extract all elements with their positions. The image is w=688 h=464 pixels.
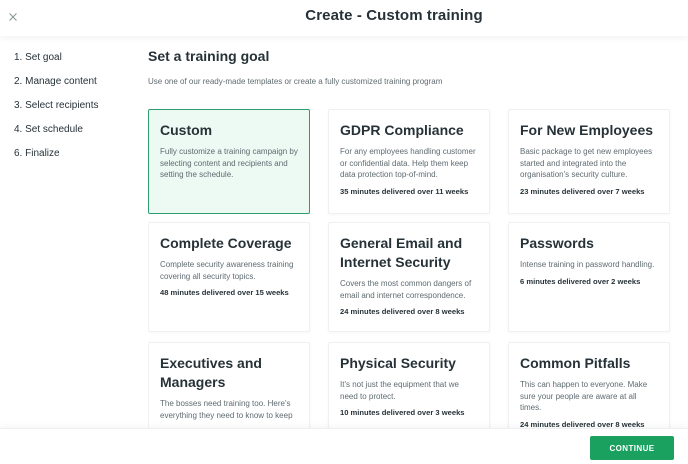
step-set-goal[interactable]: 1. Set goal: [14, 52, 134, 76]
card-title: GDPR Compliance: [340, 122, 464, 138]
card-description: The bosses need training too. Here's eve…: [160, 399, 293, 420]
card-description: Basic package to get new employees start…: [520, 147, 653, 179]
card-title: Physical Security: [340, 355, 456, 371]
card-description: For any employees handling customer or c…: [340, 147, 476, 179]
footer-bar: CONTINUE: [0, 428, 688, 464]
card-duration: 23 minutes delivered over 7 weeks: [520, 186, 645, 196]
template-card-email-internet[interactable]: General Email and Internet Security Cove…: [328, 222, 490, 332]
continue-button[interactable]: CONTINUE: [590, 436, 674, 460]
card-duration: 6 minutes delivered over 2 weeks: [520, 276, 641, 286]
card-title: Custom: [160, 122, 213, 138]
section-title: Set a training goal: [148, 48, 270, 64]
step-select-recipients[interactable]: 3. Select recipients: [14, 100, 134, 124]
template-card-complete-coverage[interactable]: Complete Coverage Complete security awar…: [148, 222, 310, 332]
card-title: Passwords: [520, 235, 594, 251]
card-description: Complete security awareness training cov…: [160, 260, 294, 281]
card-description: Covers the most common dangers of email …: [340, 279, 472, 300]
card-title: Complete Coverage: [160, 235, 292, 251]
card-description: Fully customize a training campaign by s…: [160, 147, 298, 179]
card-description: It's not just the equipment that we need…: [340, 380, 459, 401]
card-duration: 24 minutes delivered over 8 weeks: [520, 419, 645, 429]
card-duration: 35 minutes delivered over 11 weeks: [340, 186, 469, 196]
template-card-new-employees[interactable]: For New Employees Basic package to get n…: [508, 109, 670, 214]
card-description: Intense training in password handling.: [520, 260, 655, 269]
template-card-executives[interactable]: Executives and Managers The bosses need …: [148, 342, 310, 428]
template-card-passwords[interactable]: Passwords Intense training in password h…: [508, 222, 670, 332]
page-title: Create - Custom training: [305, 7, 483, 24]
card-duration: 10 minutes delivered over 3 weeks: [340, 408, 465, 417]
create-training-dialog: Create - Custom training 1. Set goal 2. …: [0, 0, 688, 464]
card-title: Executives and Managers: [160, 355, 262, 390]
card-title: General Email and Internet Security: [340, 235, 463, 270]
main-content: Set a training goal Use one of our ready…: [148, 48, 688, 428]
card-title: Common Pitfalls: [520, 355, 631, 371]
section-subtitle: Use one of our ready-made templates or c…: [148, 77, 443, 86]
card-duration: 24 minutes delivered over 8 weeks: [340, 307, 465, 316]
card-description: This can happen to everyone. Make sure y…: [520, 380, 648, 412]
step-set-schedule[interactable]: 4. Set schedule: [14, 124, 134, 148]
header-bar: Create - Custom training: [0, 0, 688, 36]
card-duration: 48 minutes delivered over 15 weeks: [160, 288, 289, 297]
template-card-physical-security[interactable]: Physical Security It's not just the equi…: [328, 342, 490, 428]
template-card-common-pitfalls[interactable]: Common Pitfalls This can happen to every…: [508, 342, 670, 428]
template-card-custom[interactable]: Custom Fully customize a training campai…: [148, 109, 310, 214]
step-finalize[interactable]: 6. Finalize: [14, 148, 134, 172]
template-card-gdpr[interactable]: GDPR Compliance For any employees handli…: [328, 109, 490, 214]
steps-sidebar: 1. Set goal 2. Manage content 3. Select …: [14, 52, 134, 172]
card-title: For New Employees: [520, 122, 654, 138]
step-manage-content[interactable]: 2. Manage content: [14, 76, 134, 100]
